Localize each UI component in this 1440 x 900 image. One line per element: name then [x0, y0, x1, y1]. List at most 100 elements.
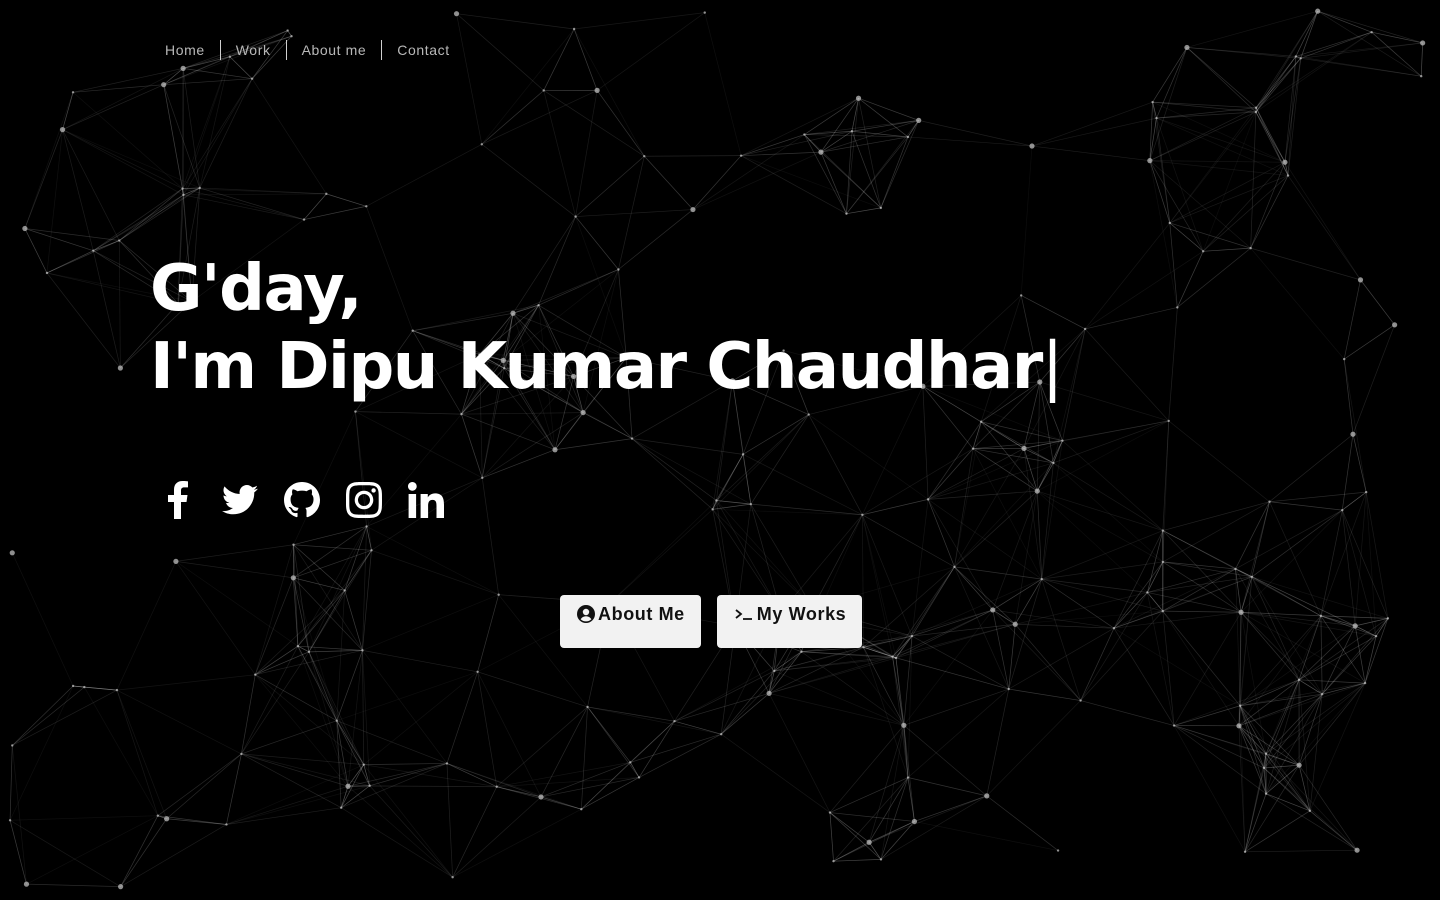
- network-node: [891, 655, 894, 658]
- network-line: [1080, 700, 1175, 726]
- network-line: [992, 578, 1042, 611]
- network-line: [183, 194, 305, 220]
- network-line: [1113, 611, 1242, 629]
- network-node: [572, 27, 576, 31]
- network-line: [742, 454, 752, 505]
- network-node: [832, 859, 835, 863]
- network-node: [1029, 143, 1035, 149]
- network-node: [1007, 687, 1010, 691]
- network-node: [906, 776, 910, 779]
- network-line: [1084, 328, 1169, 422]
- network-line: [72, 92, 183, 189]
- network-line: [540, 762, 631, 798]
- network-line: [581, 720, 675, 810]
- nav-home-link[interactable]: Home: [150, 40, 220, 60]
- network-line: [543, 28, 575, 91]
- network-line: [1300, 42, 1423, 59]
- network-line: [880, 821, 915, 860]
- network-node: [92, 249, 95, 252]
- network-line: [1239, 615, 1322, 706]
- network-line: [1041, 578, 1148, 593]
- github-link[interactable]: [282, 478, 322, 522]
- network-node: [1297, 678, 1301, 681]
- network-line: [1235, 509, 1343, 570]
- network-node: [916, 117, 922, 123]
- network-line: [554, 412, 584, 450]
- network-line: [24, 92, 74, 229]
- user-circle-icon: [577, 604, 595, 624]
- network-node: [1083, 327, 1087, 331]
- network-line: [199, 78, 253, 189]
- network-line: [93, 194, 184, 251]
- network-line: [914, 821, 1059, 851]
- network-node: [818, 149, 824, 155]
- network-line: [175, 561, 299, 647]
- network-line: [9, 819, 121, 887]
- network-node: [1201, 250, 1205, 253]
- network-node: [290, 35, 293, 38]
- twitter-link[interactable]: [220, 478, 260, 522]
- network-line: [1250, 247, 1345, 360]
- network-line: [293, 526, 367, 546]
- network-line: [293, 549, 372, 579]
- nav-contact-link[interactable]: Contact: [381, 40, 464, 60]
- network-line: [199, 56, 231, 189]
- network-node: [156, 814, 160, 817]
- network-node: [453, 11, 460, 17]
- network-line: [1041, 530, 1164, 580]
- facebook-link[interactable]: [158, 478, 198, 522]
- network-line: [1084, 222, 1171, 330]
- network-line: [456, 13, 575, 30]
- network-node: [71, 91, 75, 94]
- nav-work-link[interactable]: Work: [219, 40, 286, 60]
- network-line: [750, 414, 810, 505]
- network-node: [325, 192, 328, 196]
- network-line: [366, 143, 482, 207]
- network-line: [1162, 501, 1270, 531]
- network-line: [297, 526, 367, 647]
- network-node: [362, 763, 365, 766]
- network-node: [910, 634, 914, 638]
- network-node: [1386, 617, 1390, 620]
- network-node: [451, 876, 454, 879]
- network-node: [225, 823, 228, 826]
- network-line: [481, 28, 575, 145]
- network-line: [880, 136, 909, 209]
- network-node: [926, 498, 930, 501]
- network-line: [721, 733, 831, 813]
- network-line: [241, 720, 337, 755]
- network-line: [119, 188, 183, 241]
- my-works-button[interactable]: My Works: [716, 595, 863, 648]
- network-node: [1374, 634, 1378, 638]
- network-line: [293, 526, 367, 579]
- network-line: [829, 725, 905, 813]
- network-line: [858, 97, 909, 138]
- network-node: [866, 839, 872, 845]
- network-line: [631, 438, 744, 455]
- network-line: [741, 130, 853, 157]
- network-line: [1152, 47, 1188, 103]
- about-me-button[interactable]: About Me: [560, 595, 701, 648]
- network-line: [362, 594, 499, 651]
- network-node: [711, 508, 714, 511]
- network-node: [703, 11, 706, 14]
- network-line: [293, 577, 345, 591]
- linkedin-link[interactable]: [406, 478, 446, 522]
- network-line: [1265, 693, 1323, 755]
- network-line: [1295, 31, 1372, 57]
- network-line: [24, 228, 94, 252]
- network-line: [1365, 492, 1389, 619]
- network-node: [879, 858, 883, 861]
- network-node: [629, 761, 632, 764]
- facebook-icon: [167, 481, 189, 519]
- name-text: I'm Dipu Kumar Chaudhar: [150, 330, 1043, 404]
- nav-about-link[interactable]: About me: [285, 40, 382, 60]
- network-line: [26, 883, 121, 888]
- network-line: [363, 764, 453, 878]
- network-node: [984, 793, 990, 799]
- network-node: [861, 513, 864, 516]
- network-line: [863, 609, 993, 648]
- network-node: [115, 688, 119, 692]
- network-node: [580, 409, 586, 416]
- instagram-link[interactable]: [344, 478, 384, 522]
